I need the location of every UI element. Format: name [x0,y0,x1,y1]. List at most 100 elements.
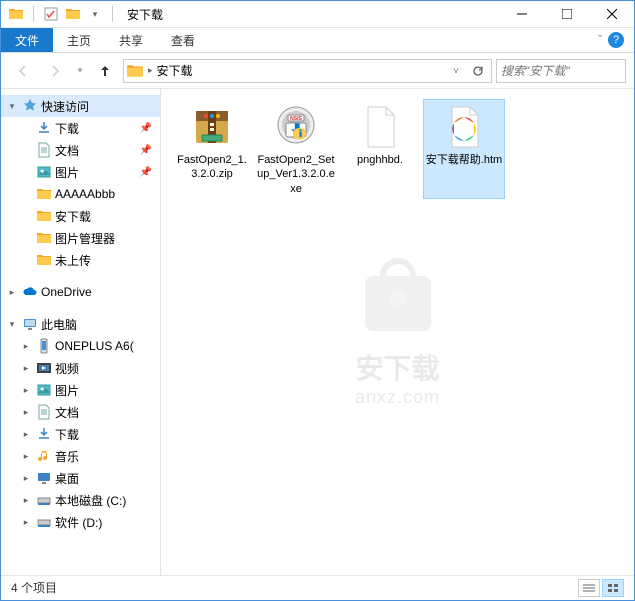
ribbon-expand-icon[interactable]: ˇ [598,34,602,46]
tree-label: 此电脑 [41,316,77,333]
navbar: ▾ ▸ 安下载 ˅ [1,53,634,89]
tree-folder-a[interactable]: AAAAAbbb [1,183,160,205]
chevron-down-icon[interactable]: ▾ [5,101,19,112]
tree-quick-access[interactable]: ▾ 快速访问 [1,95,160,117]
search-box[interactable] [496,59,626,83]
file-item[interactable]: pnghhbd. [339,99,421,199]
chevron-right-icon[interactable]: ▸ [19,473,33,484]
tree-label: 桌面 [55,470,79,487]
chevron-right-icon[interactable]: ▸ [19,363,33,374]
tree-label: 本地磁盘 (C:) [55,492,126,509]
tree-onedrive[interactable]: ▸ OneDrive [1,281,160,303]
tree-folder-d[interactable]: 未上传 [1,249,160,271]
close-button[interactable] [589,1,634,28]
details-view-button[interactable] [578,579,600,597]
chevron-right-icon[interactable]: ▸ [19,517,33,528]
tree-label: 文档 [55,404,79,421]
tree-label: 下载 [55,426,79,443]
file-item[interactable]: NSIS FastOpen2_Setup_Ver1.3.2.0.exe [255,99,337,199]
tree-oneplus[interactable]: ▸ ONEPLUS A6( [1,335,160,357]
breadcrumb-label: 安下载 [157,62,193,79]
tree-videos[interactable]: ▸ 视频 [1,357,160,379]
navigation-pane[interactable]: ▾ 快速访问 下载 📌 文档 📌 图片 📌 AAAAAbbb [1,89,161,575]
ribbon: 文件 主页 共享 查看 ˇ ? [1,28,634,53]
chevron-right-icon[interactable]: ▸ [5,287,19,298]
document-icon [35,403,53,421]
qat-dropdown-icon[interactable]: ▾ [86,5,104,23]
chevron-right-icon[interactable]: ▸ [19,385,33,396]
tree-pictures[interactable]: 图片 📌 [1,161,160,183]
tree-folder-c[interactable]: 图片管理器 [1,227,160,249]
checkbox-icon[interactable] [42,5,60,23]
tree-disk-c[interactable]: ▸ 本地磁盘 (C:) [1,489,160,511]
tree-downloads[interactable]: 下载 📌 [1,117,160,139]
file-item[interactable]: 安下载帮助.htm [423,99,505,199]
drive-icon [35,513,53,531]
video-icon [35,359,53,377]
tab-home[interactable]: 主页 [53,28,105,52]
pin-icon: 📌 [140,145,152,156]
cloud-icon [21,283,39,301]
minimize-button[interactable] [499,1,544,28]
tree-label: 快速访问 [41,98,89,115]
chevron-right-icon[interactable]: ▸ [19,495,33,506]
nav-recent-dropdown[interactable]: ▾ [73,57,87,85]
phone-icon [35,337,53,355]
tree-label: 图片 [55,382,79,399]
tree-desktop[interactable]: ▸ 桌面 [1,467,160,489]
pin-icon: 📌 [140,167,152,178]
tree-disk-d[interactable]: ▸ 软件 (D:) [1,511,160,533]
computer-icon [21,315,39,333]
folder-icon [35,207,53,225]
tree-label: 安下载 [55,208,91,225]
search-input[interactable] [501,64,635,78]
tab-file[interactable]: 文件 [1,28,53,52]
status-item-count: 4 个项目 [11,579,57,596]
tree-label: 音乐 [55,448,79,465]
folder-icon [35,251,53,269]
tree-music[interactable]: ▸ 音乐 [1,445,160,467]
help-icon[interactable]: ? [608,32,624,48]
folder-qat-icon[interactable] [64,5,82,23]
tree-folder-b[interactable]: 安下载 [1,205,160,227]
breadcrumb-segment[interactable]: 安下载 [153,62,197,79]
tree-label: 图片管理器 [55,230,115,247]
icons-view-button[interactable] [602,579,624,597]
tree-this-pc[interactable]: ▾ 此电脑 [1,313,160,335]
document-icon [35,141,53,159]
download-icon [35,425,53,443]
tree-label: 视频 [55,360,79,377]
nav-back-button[interactable] [9,57,37,85]
address-bar[interactable]: ▸ 安下载 ˅ [123,59,492,83]
maximize-button[interactable] [544,1,589,28]
folder-app-icon [7,5,25,23]
tree-pictures2[interactable]: ▸ 图片 [1,379,160,401]
tree-documents2[interactable]: ▸ 文档 [1,401,160,423]
tree-label: 图片 [55,164,79,181]
chevron-right-icon[interactable]: ▸ [19,429,33,440]
svg-text:NSIS: NSIS [290,116,302,122]
folder-icon [35,229,53,247]
tree-label: 软件 (D:) [55,514,102,531]
refresh-button[interactable] [467,60,489,82]
chevron-right-icon[interactable]: ▸ [19,451,33,462]
tree-label: AAAAAbbb [55,187,115,201]
address-dropdown-button[interactable]: ˅ [445,60,467,82]
tab-share[interactable]: 共享 [105,28,157,52]
tab-view[interactable]: 查看 [157,28,209,52]
tree-downloads2[interactable]: ▸ 下载 [1,423,160,445]
titlebar: ▾ 安下载 [1,1,634,28]
file-view[interactable]: FastOpen2_1.3.2.0.zip NSIS FastOpen2_Setup… [161,89,634,575]
tree-documents[interactable]: 文档 📌 [1,139,160,161]
tree-label: OneDrive [41,285,92,299]
file-label: FastOpen2_Setup_Ver1.3.2.0.exe [257,153,335,195]
chevron-right-icon[interactable]: ▸ [19,341,33,352]
chevron-down-icon[interactable]: ▾ [5,319,19,330]
file-item[interactable]: FastOpen2_1.3.2.0.zip [171,99,253,199]
chevron-right-icon[interactable]: ▸ [19,407,33,418]
tree-label: 文档 [55,142,79,159]
tree-label: 未上传 [55,252,91,269]
nav-forward-button[interactable] [41,57,69,85]
window-title: 安下载 [127,6,163,23]
nav-up-button[interactable] [91,57,119,85]
